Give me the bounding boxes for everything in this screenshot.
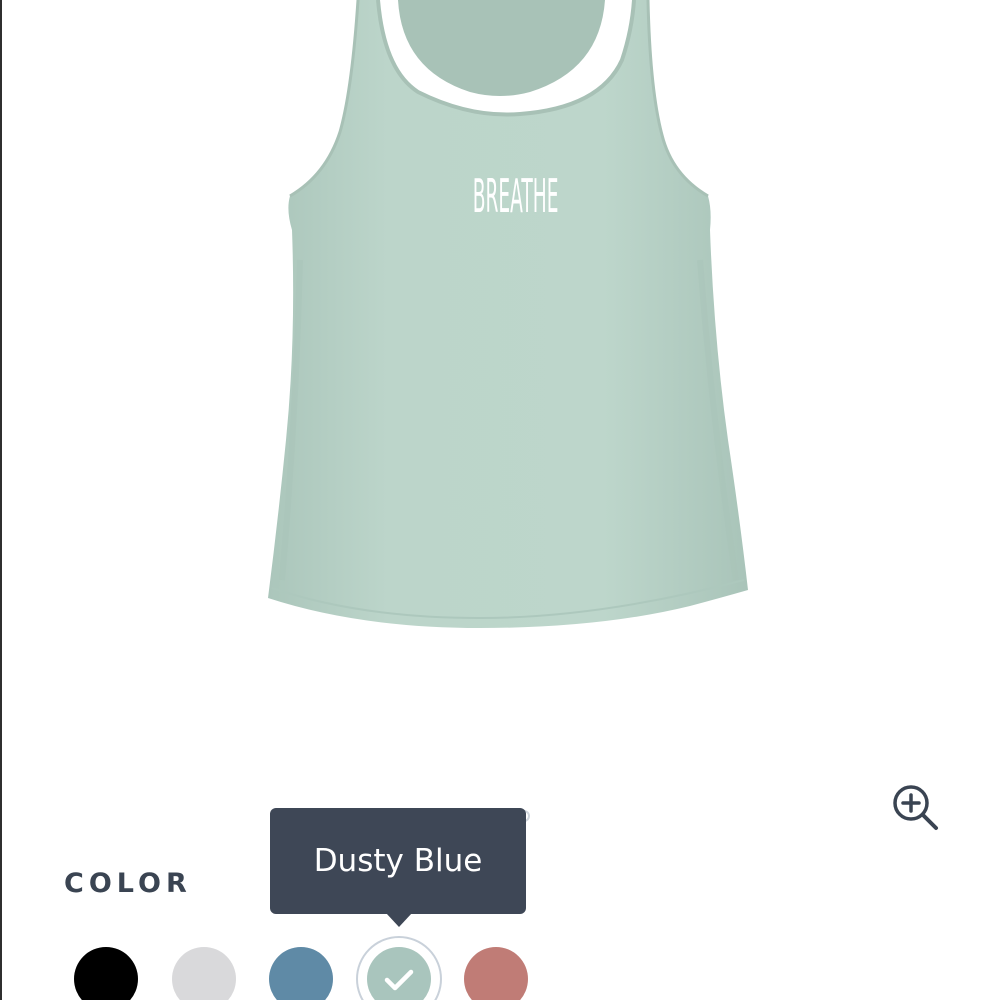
swatch-rose[interactable]: [464, 947, 528, 1000]
color-tooltip: Dusty Blue: [270, 808, 526, 914]
tooltip-label: Dusty Blue: [313, 843, 483, 879]
swatch-steel-blue[interactable]: [269, 947, 333, 1000]
color-label: COLOR: [64, 868, 192, 899]
product-page: BREATHE COLOR Dusty Blue: [0, 0, 1000, 1000]
tank-top-illustration: [268, 0, 748, 628]
zoom-button[interactable]: [890, 782, 940, 832]
swatch-black[interactable]: [74, 947, 138, 1000]
swatch-light-gray[interactable]: [172, 947, 236, 1000]
check-icon: [384, 969, 414, 991]
zoom-in-icon: [893, 785, 938, 830]
tooltip-arrow: [386, 913, 412, 927]
product-image[interactable]: [0, 0, 1000, 760]
swatch-dusty-blue[interactable]: [367, 947, 431, 1000]
print-text: BREATHE: [472, 170, 559, 225]
